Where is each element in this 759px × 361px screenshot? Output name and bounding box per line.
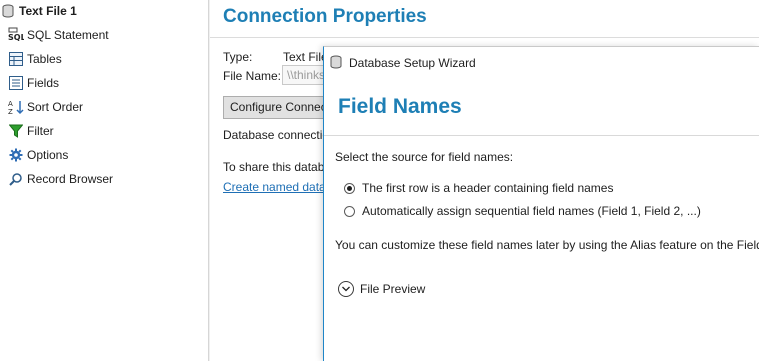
nav-label: Options <box>27 148 69 162</box>
gear-icon <box>8 147 24 163</box>
header-row-radio[interactable] <box>344 182 355 194</box>
nav-item-sql-statement[interactable]: SQL SQL Statement <box>8 24 109 46</box>
svg-text:Z: Z <box>8 108 13 115</box>
nav-item-fields[interactable]: Fields <box>8 72 59 94</box>
nav-item-text-file-1[interactable]: Text File 1 <box>0 0 77 22</box>
create-named-data-link[interactable]: Create named data <box>223 180 326 194</box>
database-icon <box>330 55 342 72</box>
field-source-prompt: Select the source for field names: <box>335 150 514 164</box>
heading-divider <box>324 135 759 136</box>
page-title: Connection Properties <box>223 6 427 27</box>
nav-item-record-browser[interactable]: Record Browser <box>8 168 113 190</box>
svg-text:SQL: SQL <box>8 33 24 42</box>
sql-icon: SQL <box>8 27 24 43</box>
filter-icon <box>8 123 24 139</box>
nav-item-filter[interactable]: Filter <box>8 120 54 142</box>
option-label[interactable]: The first row is a header containing fie… <box>362 181 613 195</box>
file-name-label: File Name: <box>223 69 282 83</box>
fields-icon <box>8 75 24 91</box>
wizard-titlebar[interactable]: Database Setup Wizard <box>324 47 759 79</box>
file-preview-label[interactable]: File Preview <box>360 282 425 296</box>
sequential-names-radio[interactable] <box>344 205 355 217</box>
title-divider <box>210 37 759 38</box>
nav-item-options[interactable]: Options <box>8 144 68 166</box>
option-sequential-names[interactable]: Automatically assign sequential field na… <box>344 204 701 218</box>
chevron-down-icon[interactable] <box>338 281 354 297</box>
type-value: Text File <box>283 50 328 64</box>
database-setup-wizard-dialog: Database Setup Wizard Field Names Select… <box>323 46 759 361</box>
nav-item-tables[interactable]: Tables <box>8 48 62 70</box>
sort-az-icon: AZ <box>8 99 24 115</box>
nav-label: Text File 1 <box>19 4 77 18</box>
database-icon <box>0 3 16 19</box>
nav-label: Filter <box>27 124 54 138</box>
file-preview-expander[interactable]: File Preview <box>338 281 425 297</box>
option-label[interactable]: Automatically assign sequential field na… <box>362 204 701 218</box>
svg-text:A: A <box>8 100 13 108</box>
type-label: Type: <box>223 50 253 64</box>
nav-label: Fields <box>27 76 60 90</box>
nav-label: SQL Statement <box>27 28 109 42</box>
nav-label: Sort Order <box>27 100 84 114</box>
nav-item-sort-order[interactable]: AZ Sort Order <box>8 96 83 118</box>
alias-note: You can customize these field names late… <box>335 238 759 252</box>
magnifier-icon <box>8 171 24 187</box>
nav-label: Record Browser <box>27 172 114 186</box>
navigation-pane: Text File 1 SQL SQL Statement Tables Fie… <box>0 0 209 361</box>
nav-label: Tables <box>27 52 62 66</box>
wizard-title: Database Setup Wizard <box>349 56 476 70</box>
table-icon <box>8 51 24 67</box>
database-connection-text: Database connection <box>223 128 336 142</box>
wizard-heading: Field Names <box>338 95 462 118</box>
option-header-row[interactable]: The first row is a header containing fie… <box>344 181 613 195</box>
